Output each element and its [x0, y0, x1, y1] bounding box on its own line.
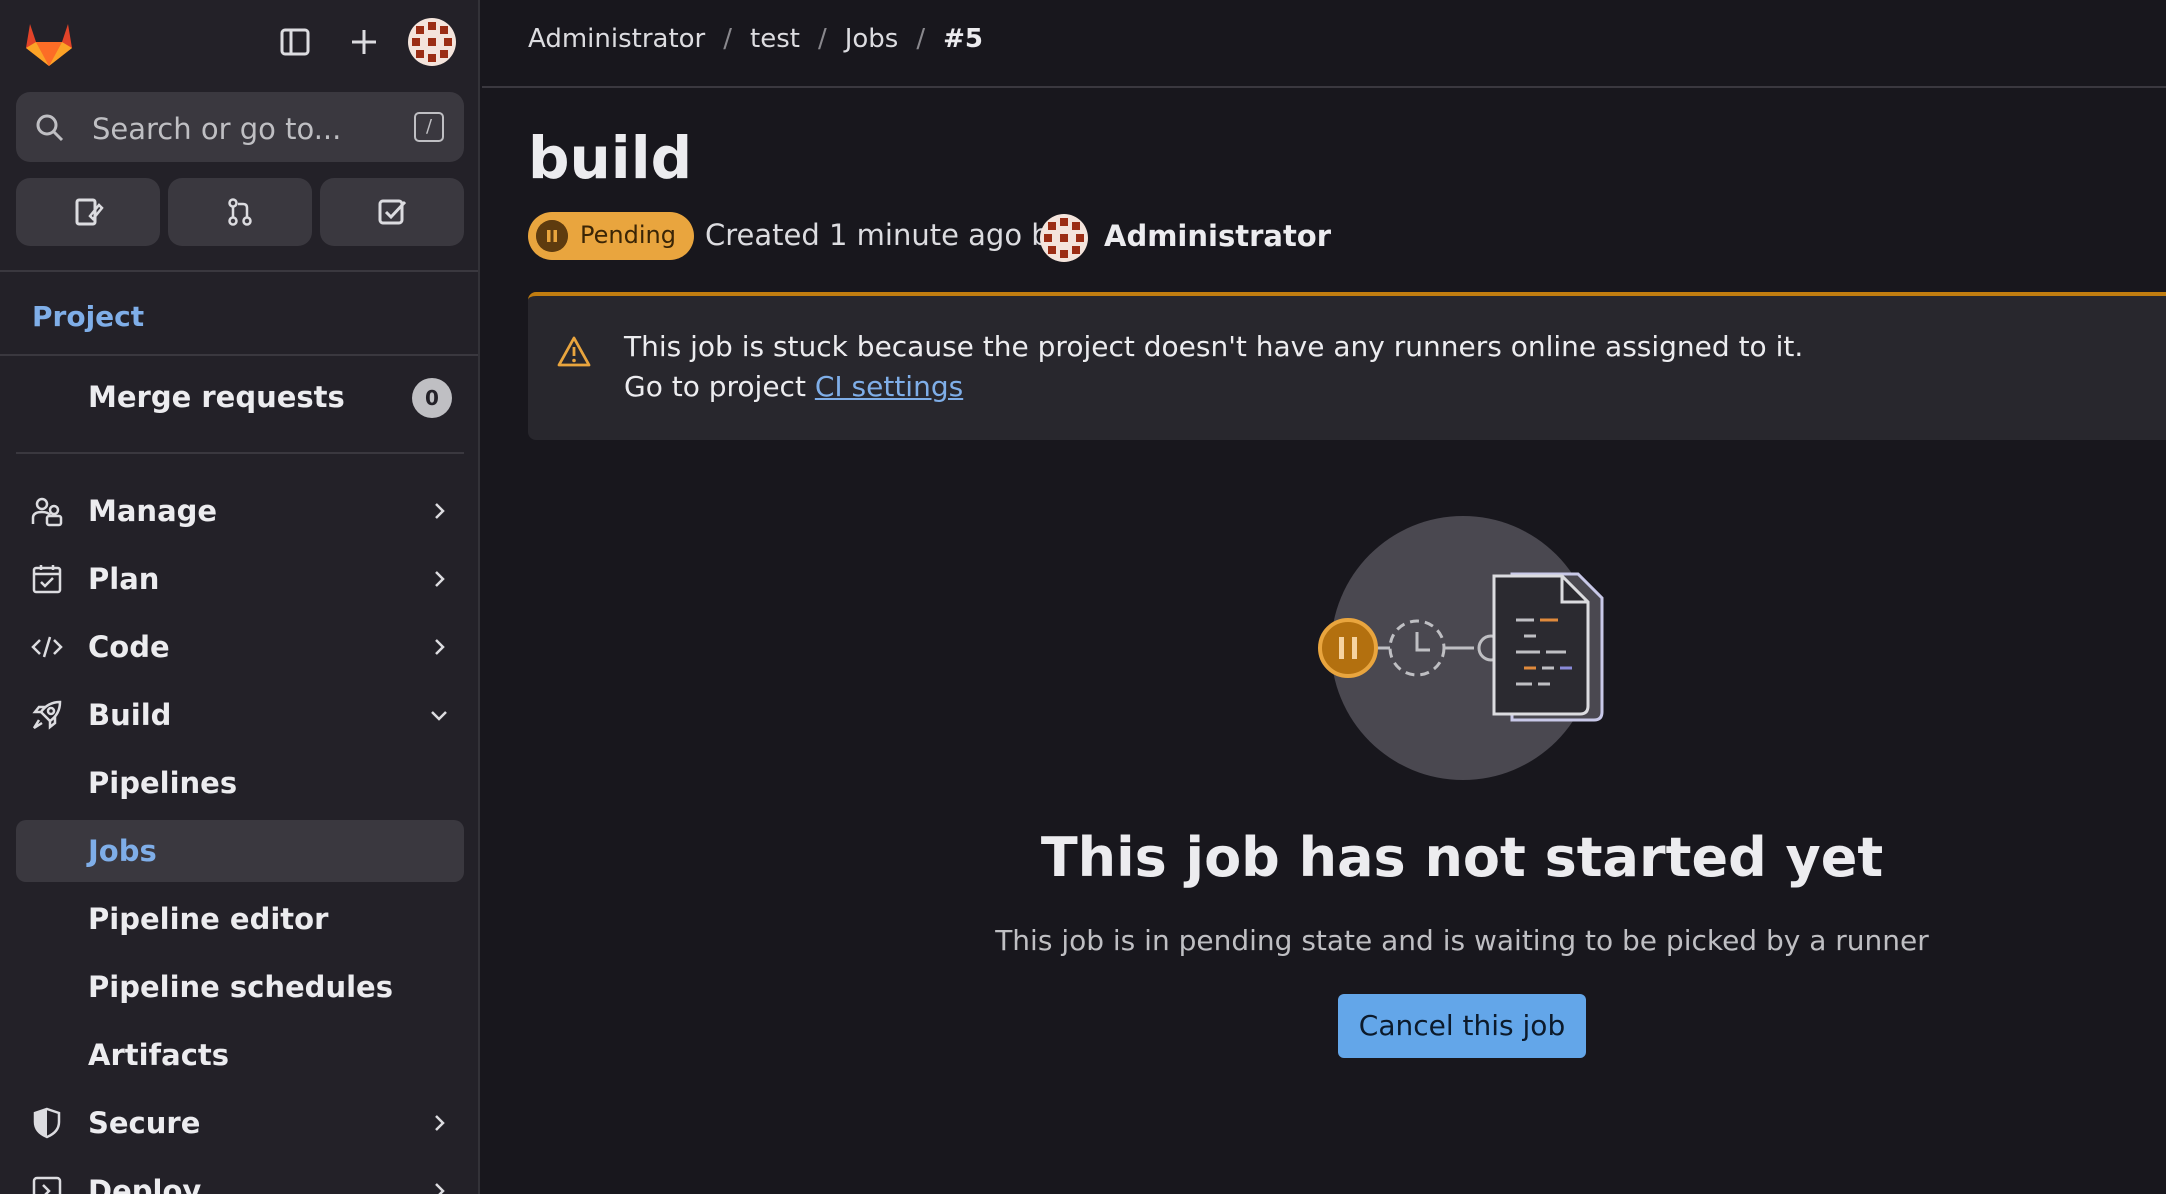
- status-label: Pending: [580, 221, 676, 249]
- author-name-link[interactable]: Administrator: [1104, 219, 1331, 253]
- quick-actions: [16, 178, 464, 246]
- breadcrumb: Administrator / test / Jobs / #5: [528, 24, 983, 54]
- search-shortcut-key: /: [414, 112, 444, 142]
- divider: [0, 270, 478, 272]
- search-input[interactable]: Search or go to... /: [16, 92, 464, 162]
- sidebar-item-label: Jobs: [88, 834, 157, 868]
- gitlab-logo-icon[interactable]: [22, 16, 76, 68]
- deploy-icon: [32, 1176, 62, 1194]
- issues-icon: [75, 198, 104, 226]
- plus-icon[interactable]: [344, 22, 384, 62]
- author-avatar[interactable]: [1040, 214, 1088, 262]
- sidebar-item-label: Artifacts: [88, 1038, 230, 1072]
- pause-icon: [536, 220, 568, 252]
- divider: [0, 354, 478, 356]
- breadcrumb-item[interactable]: Administrator: [528, 24, 705, 54]
- breadcrumb-item[interactable]: Jobs: [845, 24, 899, 54]
- page-title: build: [528, 124, 693, 192]
- sidebar-item-jobs[interactable]: Jobs: [16, 820, 464, 882]
- sidebar-item-code[interactable]: Code: [16, 616, 464, 678]
- todo-icon: [378, 199, 407, 225]
- user-avatar[interactable]: [408, 18, 456, 66]
- sidebar-item-label: Deploy: [88, 1174, 202, 1194]
- chevron-right-icon: [435, 571, 445, 587]
- sidebar: Search or go to... / Project Merge reque…: [0, 0, 480, 1194]
- empty-state-title: This job has not started yet: [1040, 826, 1884, 889]
- count-badge: 0: [412, 378, 452, 418]
- sidebar-item-artifacts[interactable]: Artifacts: [16, 1024, 464, 1086]
- alert-message-line2: Go to project CI settings: [624, 370, 963, 403]
- sidebar-item-label: Pipeline editor: [88, 902, 329, 936]
- sidebar-item-deploy[interactable]: Deploy: [16, 1160, 464, 1194]
- sidebar-item-label: Pipelines: [88, 766, 238, 800]
- search-icon: [36, 114, 64, 142]
- chevron-right-icon: [435, 639, 445, 655]
- sidebar-item-build[interactable]: Build: [16, 684, 464, 746]
- breadcrumb-separator: /: [916, 24, 926, 54]
- status-badge[interactable]: Pending: [528, 212, 694, 260]
- sidebar-item-label: Plan: [88, 562, 160, 596]
- empty-state-description: This job is in pending state and is wait…: [995, 924, 1929, 957]
- code-icon: [31, 636, 63, 658]
- sidebar-item-pipeline-editor[interactable]: Pipeline editor: [16, 888, 464, 950]
- pending-job-illustration: [1318, 516, 1604, 780]
- alert-prefix: Go to project: [624, 370, 806, 403]
- cancel-job-button[interactable]: Cancel this job: [1338, 994, 1586, 1058]
- breadcrumb-item[interactable]: test: [750, 24, 800, 54]
- sidebar-item-label: Manage: [88, 494, 218, 528]
- top-bar: Administrator / test / Jobs / #5: [482, 0, 2166, 88]
- stuck-job-alert: This job is stuck because the project do…: [528, 292, 2166, 440]
- search-placeholder: Search or go to...: [92, 112, 342, 146]
- sidebar-toggle-icon[interactable]: [275, 22, 315, 62]
- sidebar-header: [0, 0, 478, 84]
- sidebar-item-label: Merge requests: [88, 380, 345, 414]
- breadcrumb-separator: /: [817, 24, 827, 54]
- sidebar-item-pipelines[interactable]: Pipelines: [16, 752, 464, 814]
- rocket-icon: [32, 700, 62, 730]
- calendar-icon: [32, 565, 62, 594]
- todo-list-button[interactable]: [320, 178, 464, 246]
- job-created-text: Created 1 minute ago by: [705, 218, 1067, 252]
- sidebar-item-label: Build: [88, 698, 172, 732]
- chevron-right-icon: [435, 1115, 445, 1131]
- sidebar-item-secure[interactable]: Secure: [16, 1092, 464, 1154]
- chevron-right-icon: [435, 503, 445, 519]
- sidebar-item-label: Pipeline schedules: [88, 970, 393, 1004]
- sidebar-item-plan[interactable]: Plan: [16, 548, 464, 610]
- assigned-issues-button[interactable]: [16, 178, 160, 246]
- chevron-right-icon: [435, 1183, 445, 1194]
- sidebar-item-label: Secure: [88, 1106, 201, 1140]
- project-section-title: Project: [32, 300, 145, 333]
- divider: [16, 452, 464, 454]
- breadcrumb-separator: /: [723, 24, 733, 54]
- warning-icon: [557, 336, 591, 367]
- sidebar-item-pipeline-schedules[interactable]: Pipeline schedules: [16, 956, 464, 1018]
- merge-requests-button[interactable]: [168, 178, 312, 246]
- ci-settings-link[interactable]: CI settings: [815, 370, 963, 403]
- breadcrumb-current[interactable]: #5: [943, 24, 983, 54]
- merge-request-icon: [228, 198, 252, 226]
- chevron-down-icon: [431, 711, 447, 721]
- shield-icon: [33, 1107, 61, 1139]
- sidebar-item-label: Code: [88, 630, 170, 664]
- sidebar-item-merge-requests[interactable]: Merge requests 0: [16, 366, 464, 428]
- users-icon: [31, 497, 63, 527]
- sidebar-item-manage[interactable]: Manage: [16, 480, 464, 542]
- alert-message: This job is stuck because the project do…: [624, 330, 1804, 363]
